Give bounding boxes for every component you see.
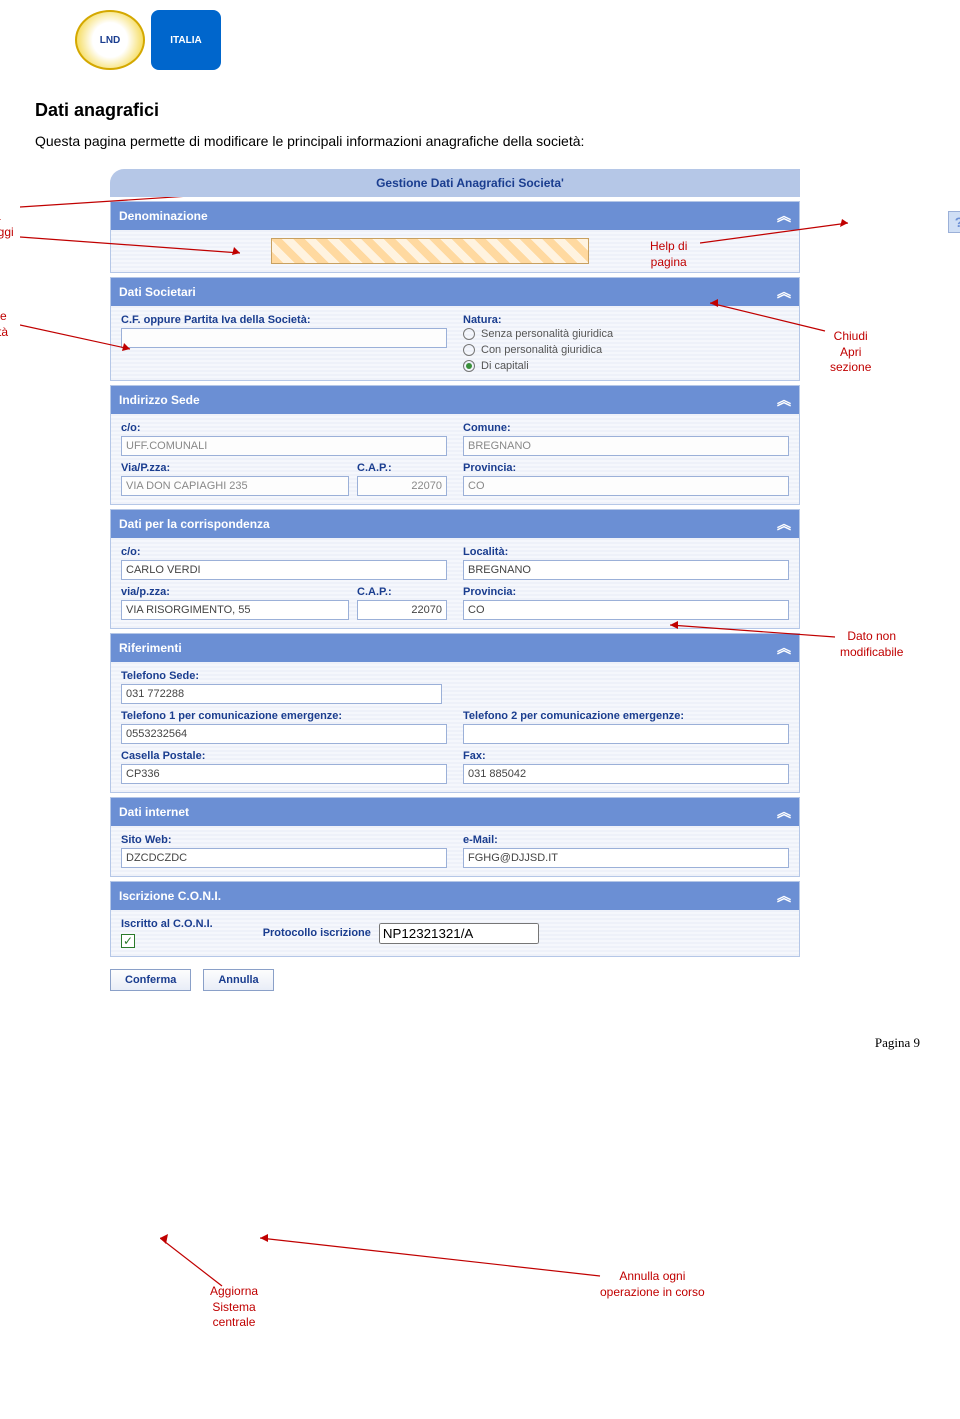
cf-label: C.F. oppure Partita Iva della Società: [121,314,447,326]
callout-chiudi-apri: Chiudi Apri sezione [830,329,871,376]
corr-via-label: via/p.zza: [121,586,349,598]
section-title-indirizzo-sede: Indirizzo Sede [119,393,200,407]
form-titlebar: Gestione Dati Anagrafici Societa' [110,169,800,197]
chevron-up-icon[interactable]: ︽ [777,390,791,410]
sede-prov-label: Provincia: [463,462,789,474]
natura-radio-group: Senza personalità giuridica Con personal… [463,328,789,372]
rif-tel1-input[interactable] [121,724,447,744]
sede-cap-label: C.A.P.: [357,462,447,474]
int-email-label: e-Mail: [463,834,789,846]
sede-comune-input[interactable] [463,436,789,456]
coni-protocollo-input[interactable] [379,923,539,944]
chevron-up-icon[interactable]: ︽ [777,206,791,226]
sede-comune-label: Comune: [463,422,789,434]
rif-fax-input[interactable] [463,764,789,784]
section-title-riferimenti: Riferimenti [119,641,182,655]
section-title-dati-societari: Dati Societari [119,285,196,299]
section-internet: Dati internet ︽ Sito Web: e-Mail: [110,797,800,877]
section-title-corrispondenza: Dati per la corrispondenza [119,517,270,531]
corr-co-label: c/o: [121,546,447,558]
callout-codice-societa: Codice Società [0,309,18,340]
form-area: Gestione Dati Anagrafici Societa' ? Deno… [110,169,800,991]
natura-opt-0[interactable]: Senza personalità giuridica [463,328,789,340]
section-title-coni: Iscrizione C.O.N.I. [119,889,221,903]
callout-aggiorna: Aggiorna Sistema centrale [210,1284,258,1331]
rif-telsede-input[interactable] [121,684,442,704]
corr-cap-input[interactable] [357,600,447,620]
callout-dato-non-mod: Dato non modificabile [840,629,903,660]
main-area: Area messaggi Codice Società Help di pag… [30,169,930,991]
corr-via-input[interactable] [121,600,349,620]
chevron-up-icon[interactable]: ︽ [777,802,791,822]
button-row: Conferma Annulla [110,969,800,991]
chevron-up-icon[interactable]: ︽ [777,282,791,302]
logo-lnd: LND [75,10,145,70]
chevron-up-icon[interactable]: ︽ [777,638,791,658]
section-indirizzo-sede: Indirizzo Sede ︽ c/o: Comune: Via/P.zza:… [110,385,800,505]
coni-checkbox[interactable]: ✓ [121,934,135,948]
sede-co-label: c/o: [121,422,447,434]
page-description: Questa pagina permette di modificare le … [35,133,930,149]
int-email-input[interactable] [463,848,789,868]
natura-opt-2-label: Di capitali [481,360,529,372]
conferma-button[interactable]: Conferma [110,969,191,991]
page-number: Pagina 9 [875,1035,920,1051]
section-denominazione: Denominazione ︽ [110,201,800,273]
corr-cap-label: C.A.P.: [357,586,447,598]
rif-tel2-input[interactable] [463,724,789,744]
int-sito-label: Sito Web: [121,834,447,846]
section-title-denominazione: Denominazione [119,209,208,223]
sede-prov-input[interactable] [463,476,789,496]
corr-prov-label: Provincia: [463,586,789,598]
form-title: Gestione Dati Anagrafici Societa' [140,169,800,197]
corr-loc-label: Località: [463,546,789,558]
page-title: Dati anagrafici [35,100,930,121]
section-coni: Iscrizione C.O.N.I. ︽ Iscritto al C.O.N.… [110,881,800,957]
corr-prov-input[interactable] [463,600,789,620]
annulla-button[interactable]: Annulla [203,969,273,991]
rif-casella-input[interactable] [121,764,447,784]
callout-help-di-pagina: Help di pagina [650,239,687,270]
rif-tel2-label: Telefono 2 per comunicazione emergenze: [463,710,789,722]
callout-area-messaggi: Area messaggi [0,209,18,240]
natura-opt-1-label: Con personalità giuridica [481,344,602,356]
natura-label: Natura: [463,314,789,326]
sede-cap-input[interactable] [357,476,447,496]
sede-co-input[interactable] [121,436,447,456]
corr-loc-input[interactable] [463,560,789,580]
rif-fax-label: Fax: [463,750,789,762]
denominazione-locked-field [271,238,589,264]
rif-telsede-label: Telefono Sede: [121,670,442,682]
coni-protocollo-label: Protocollo iscrizione [263,927,371,939]
help-icon[interactable]: ? [948,211,960,233]
section-dati-societari: Dati Societari ︽ C.F. oppure Partita Iva… [110,277,800,381]
corr-co-input[interactable] [121,560,447,580]
coni-iscritto-label: Iscritto al C.O.N.I. [121,918,213,930]
section-riferimenti: Riferimenti ︽ Telefono Sede: Telefono 1 … [110,633,800,793]
natura-opt-2[interactable]: Di capitali [463,360,789,372]
callout-annulla-op: Annulla ogni operazione in corso [600,1269,705,1300]
chevron-up-icon[interactable]: ︽ [777,886,791,906]
natura-opt-1[interactable]: Con personalità giuridica [463,344,789,356]
section-title-internet: Dati internet [119,805,189,819]
logo-bar: LND ITALIA [75,10,930,70]
sede-via-input[interactable] [121,476,349,496]
rif-tel1-label: Telefono 1 per comunicazione emergenze: [121,710,447,722]
int-sito-input[interactable] [121,848,447,868]
natura-opt-0-label: Senza personalità giuridica [481,328,613,340]
chevron-up-icon[interactable]: ︽ [777,514,791,534]
sede-via-label: Via/P.zza: [121,462,349,474]
cf-input [121,328,447,348]
section-corrispondenza: Dati per la corrispondenza ︽ c/o: Locali… [110,509,800,629]
rif-casella-label: Casella Postale: [121,750,447,762]
logo-italia: ITALIA [151,10,221,70]
